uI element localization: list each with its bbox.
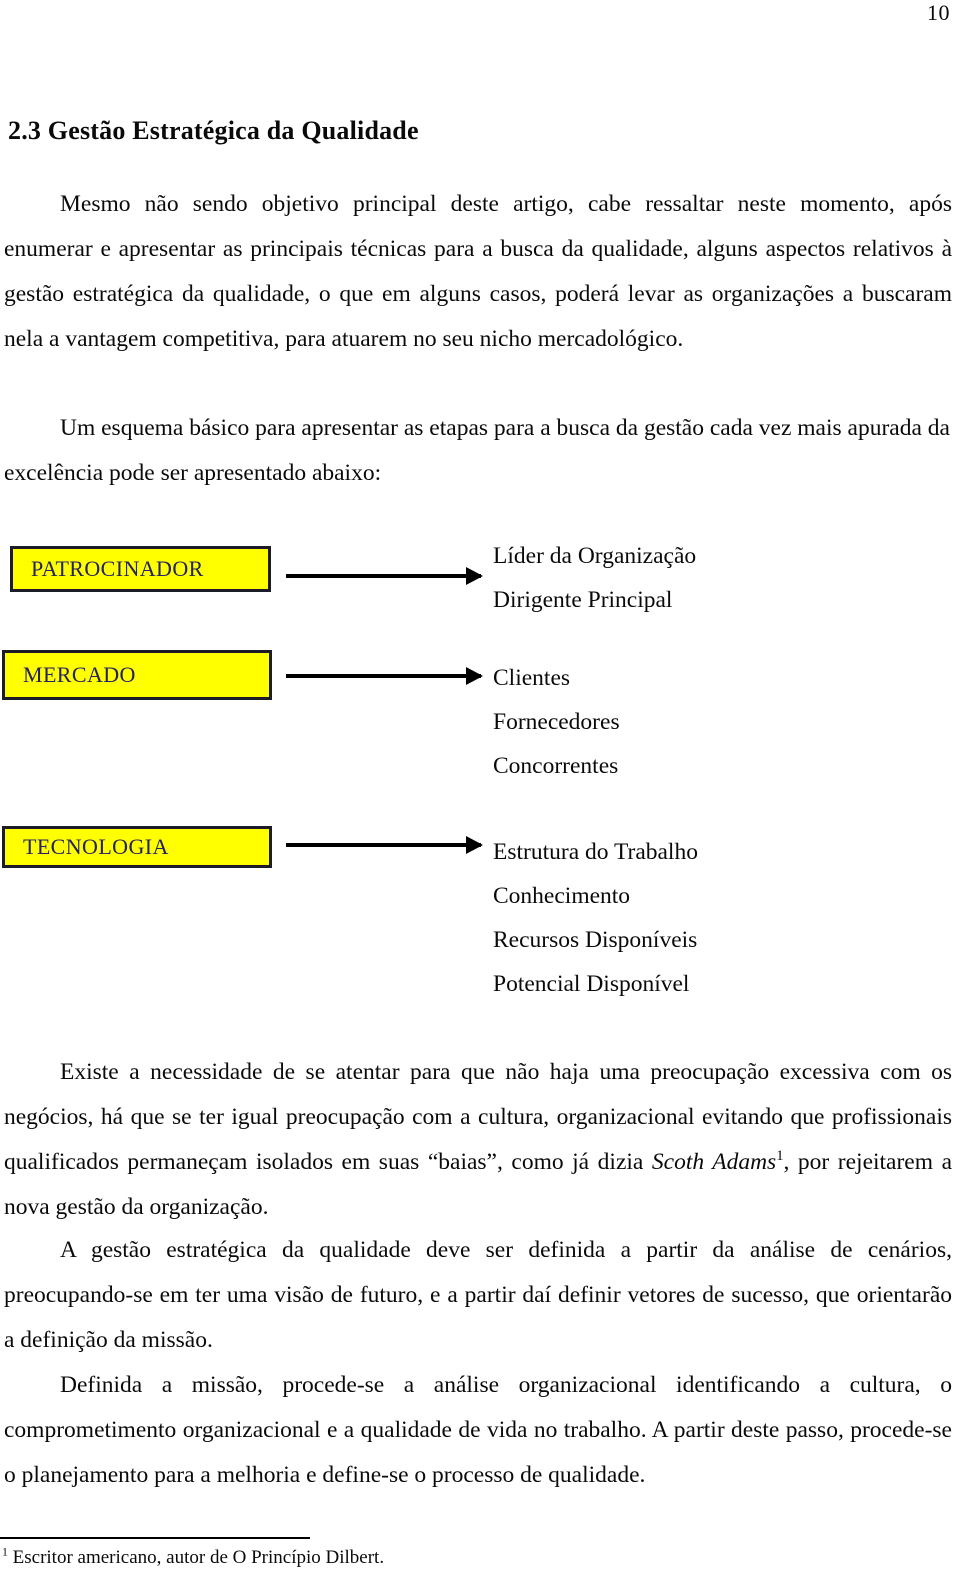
footnote: 1 Escritor americano, autor de O Princíp… — [2, 1545, 384, 1571]
paragraph-text: A gestão estratégica da qualidade deve s… — [4, 1237, 952, 1353]
footnote-separator-rule — [0, 1537, 310, 1539]
diagram-target-item: Concorrentes — [493, 753, 619, 779]
paragraph-scheme-intro: Um esquema básico para apresentar as eta… — [4, 406, 952, 496]
paragraph-text: Definida a missão, procede-se a análise … — [4, 1372, 952, 1488]
diagram-box-patrocinador[interactable]: PATROCINADOR — [10, 546, 271, 592]
paragraph-strategy: A gestão estratégica da qualidade deve s… — [4, 1228, 952, 1363]
diagram-target-item: Estrutura do Trabalho — [493, 839, 698, 865]
section-heading: 2.3 Gestão Estratégica da Qualidade — [8, 115, 419, 145]
diagram-targets-tecnologia: Estrutura do Trabalho Conhecimento Recur… — [493, 830, 698, 1006]
citation-author: Scoth Adams — [651, 1149, 777, 1175]
paragraph-mission: Definida a missão, procede-se a análise … — [4, 1363, 952, 1498]
diagram-target-item: Fornecedores — [493, 709, 620, 735]
diagram-arrow-tecnologia — [286, 843, 481, 847]
diagram-target-item: Clientes — [493, 665, 571, 691]
diagram-targets-patrocinador: Líder da Organização Dirigente Principal — [493, 534, 696, 622]
diagram-box-tecnologia[interactable]: TECNOLOGIA — [2, 826, 272, 868]
diagram-box-label: PATROCINADOR — [31, 556, 204, 581]
page-number: 10 — [927, 0, 950, 25]
paragraph-culture: Existe a necessidade de se atentar para … — [4, 1050, 952, 1230]
paragraph-intro: Mesmo não sendo objetivo principal deste… — [4, 182, 952, 362]
diagram-target-item: Conhecimento — [493, 883, 631, 909]
diagram-target-item: Potencial Disponível — [493, 971, 690, 997]
footnote-text: Escritor americano, autor de O Princípio… — [12, 1547, 385, 1568]
paragraph-text: Um esquema básico para apresentar as eta… — [4, 415, 950, 486]
footnote-marker: 1 — [2, 1545, 8, 1559]
diagram-target-item: Líder da Organização — [493, 543, 697, 569]
diagram-box-label: TECNOLOGIA — [23, 834, 169, 859]
diagram-arrow-mercado — [286, 674, 481, 678]
diagram-target-item: Dirigente Principal — [493, 587, 673, 613]
diagram-targets-mercado: Clientes Fornecedores Concorrentes — [493, 656, 620, 788]
paragraph-text: Mesmo não sendo objetivo principal deste… — [4, 191, 952, 352]
diagram-target-item: Recursos Disponíveis — [493, 927, 698, 953]
document-page: 10 2.3 Gestão Estratégica da Qualidade M… — [0, 0, 960, 1575]
diagram-box-mercado[interactable]: MERCADO — [2, 650, 272, 700]
diagram-arrow-patrocinador — [286, 574, 481, 578]
diagram-box-label: MERCADO — [23, 662, 136, 687]
